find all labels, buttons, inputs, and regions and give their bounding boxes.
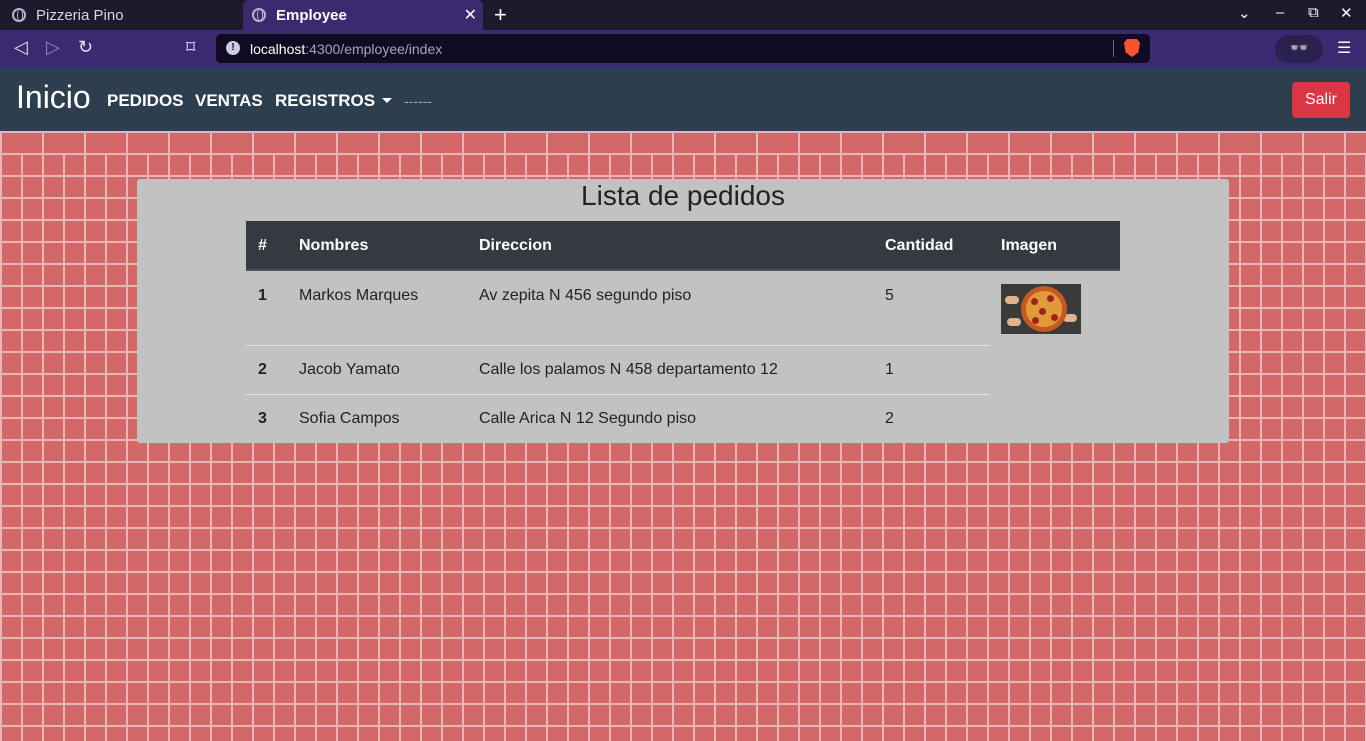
row-address: Calle los palamos N 458 departamento 12 xyxy=(479,361,778,378)
address-bar[interactable]: ! localhost :4300/employee/index xyxy=(216,34,1150,63)
pizza-image xyxy=(1001,284,1081,334)
private-glasses-icon[interactable]: 👓 xyxy=(1275,35,1323,63)
column-header: Imagen xyxy=(1001,237,1058,254)
row-quantity: 5 xyxy=(885,287,894,304)
row-divider xyxy=(246,345,989,346)
browser-toolbar: ◁ ▷ ↻ ⌑ ! localhost :4300/employee/index… xyxy=(0,30,1366,68)
nav-pedidos[interactable]: PEDIDOS xyxy=(107,91,184,111)
row-number: 1 xyxy=(258,287,267,304)
tab-label: Employee xyxy=(276,6,347,24)
app-navbar: Inicio PEDIDOS VENTAS REGISTROS ------ S… xyxy=(0,68,1366,131)
nav-registros[interactable]: REGISTROS xyxy=(275,91,393,111)
column-header: Cantidad xyxy=(885,237,954,254)
close-icon[interactable]: ✕ xyxy=(464,5,477,25)
bookmark-icon[interactable]: ⌑ xyxy=(186,37,195,58)
nav-placeholder: ------ xyxy=(404,93,432,109)
row-name: Jacob Yamato xyxy=(299,361,400,378)
column-header: # xyxy=(258,237,267,254)
site-info-icon[interactable]: ! xyxy=(226,41,240,55)
tab-employee[interactable]: Employee ✕ xyxy=(243,0,483,30)
nav-ventas[interactable]: VENTAS xyxy=(195,91,263,111)
column-header: Nombres xyxy=(299,237,369,254)
tab-label: Pizzeria Pino xyxy=(36,6,124,24)
new-tab-button[interactable]: + xyxy=(494,2,507,28)
close-window-icon[interactable]: ✕ xyxy=(1340,4,1353,22)
page-title: Lista de pedidos xyxy=(581,180,785,211)
row-quantity: 1 xyxy=(885,361,894,378)
nav-registros-label: REGISTROS xyxy=(275,91,376,110)
forward-icon[interactable]: ▷ xyxy=(46,37,60,58)
row-number: 3 xyxy=(258,410,267,427)
back-icon[interactable]: ◁ xyxy=(14,37,28,58)
table-header: # Nombres Direccion Cantidad Imagen xyxy=(246,221,1120,271)
divider xyxy=(1113,40,1114,57)
globe-icon xyxy=(252,8,266,22)
menu-icon[interactable]: ☰ xyxy=(1337,38,1351,58)
row-address: Calle Arica N 12 Segundo piso xyxy=(479,410,697,427)
column-header: Direccion xyxy=(479,237,552,254)
url-path: :4300/employee/index xyxy=(305,40,443,57)
brand-link[interactable]: Inicio xyxy=(16,79,91,116)
brave-shield-icon[interactable] xyxy=(1124,39,1140,57)
row-divider xyxy=(246,394,989,395)
globe-icon xyxy=(12,8,26,22)
row-name: Sofia Campos xyxy=(299,410,400,427)
row-number: 2 xyxy=(258,361,267,378)
url-host: localhost xyxy=(250,40,306,57)
maximize-icon[interactable]: ⧉ xyxy=(1308,4,1319,21)
row-quantity: 2 xyxy=(885,410,894,427)
orders-panel: Lista de pedidos # Nombres Direccion Can… xyxy=(137,179,1229,443)
row-address: Av zepita N 456 segundo piso xyxy=(479,287,692,304)
caret-down-icon xyxy=(382,98,393,103)
reload-icon[interactable]: ↻ xyxy=(78,37,93,58)
row-name: Markos Marques xyxy=(299,287,419,304)
tab-pizzeria-pino[interactable]: Pizzeria Pino xyxy=(0,0,243,30)
logout-button[interactable]: Salir xyxy=(1292,82,1350,118)
minimize-icon[interactable]: – xyxy=(1276,4,1284,21)
browser-tab-bar: Pizzeria Pino Employee ✕ + ⌄ – ⧉ ✕ xyxy=(0,0,1366,30)
chevron-down-icon[interactable]: ⌄ xyxy=(1238,4,1251,22)
